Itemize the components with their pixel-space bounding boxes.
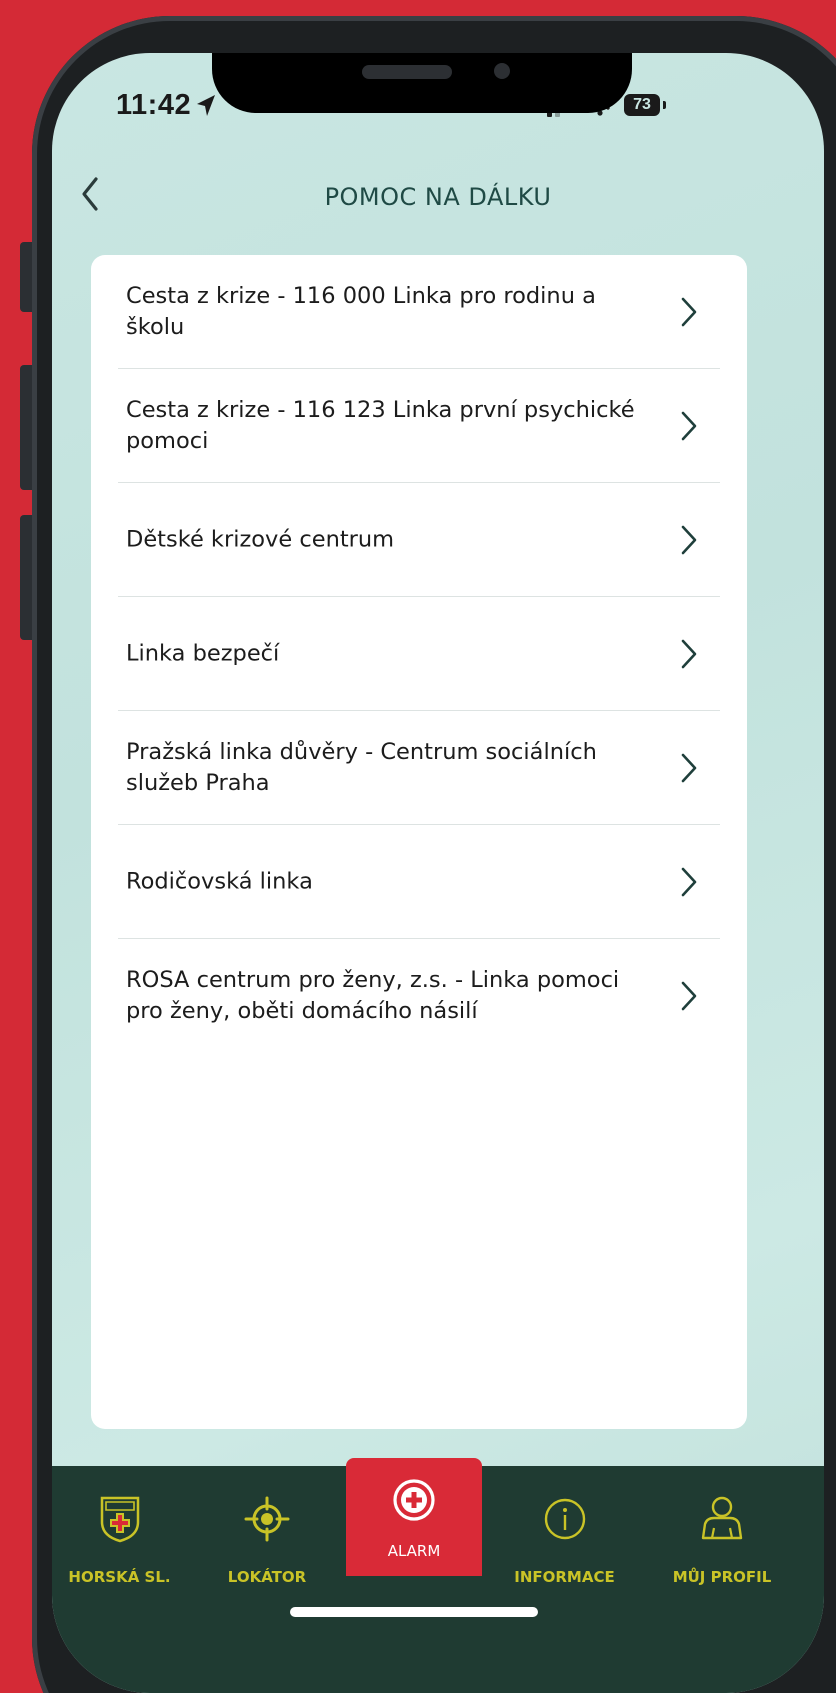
list-item[interactable]: Cesta z krize - 116 000 Linka pro rodinu… [118,255,720,369]
list-item-label: Rodičovská linka [126,868,313,894]
tab-label: INFORMACE [514,1568,615,1586]
front-camera [494,63,510,79]
chevron-right-icon [681,297,697,326]
tab-muj-profil[interactable]: MŮJ PROFIL [642,1466,802,1616]
hotline-list: Cesta z krize - 116 000 Linka pro rodinu… [91,255,747,1052]
list-item[interactable]: Rodičovská linka [118,825,720,939]
location-arrow-icon [197,95,215,116]
home-indicator[interactable] [290,1607,538,1617]
tab-label: HORSKÁ SL. [68,1568,171,1586]
chevron-right-icon [681,981,697,1010]
list-item-label: Linka bezpečí [126,640,280,666]
plus-circle-icon [393,1479,435,1521]
list-item-label: Dětské krizové centrum [126,526,395,552]
stage: 11:42 73 POMOC NA DÁLKU Cesta z krize - … [0,0,836,1693]
list-item-label: Pražská linka důvěry - Centrum sociálníc… [126,738,597,796]
status-time: 11:42 [116,89,192,121]
bottom-tab-bar: HORSKÁ SL. LOKÁTOR ALARM INFORMACE MŮJ P… [52,1458,824,1693]
chevron-right-icon [681,753,697,782]
list-item[interactable]: Dětské krizové centrum [118,483,720,597]
list-item[interactable]: ROSA centrum pro ženy, z.s. - Linka pomo… [118,939,720,1052]
list-item[interactable]: Pražská linka důvěry - Centrum sociálníc… [118,711,720,825]
tab-label: MŮJ PROFIL [672,1568,772,1586]
info-circle-icon [544,1498,585,1540]
crosshair-target-icon [244,1496,290,1542]
navigation-bar: POMOC NA DÁLKU [52,163,824,233]
page-title: POMOC NA DÁLKU [324,183,552,211]
list-item-label: Cesta z krize - 116 000 Linka pro rodinu… [126,282,596,340]
user-profile-icon [701,1496,743,1540]
tab-label: ALARM [387,1542,441,1560]
hotline-list-card: Cesta z krize - 116 000 Linka pro rodinu… [91,255,747,1429]
speaker-grille [362,65,452,79]
chevron-right-icon [681,411,697,440]
chevron-right-icon [681,639,697,668]
list-item-label: ROSA centrum pro ženy, z.s. - Linka pomo… [126,966,620,1024]
notch [212,53,632,113]
tab-informace[interactable]: INFORMACE [487,1466,642,1616]
tab-label: LOKÁTOR [227,1568,307,1586]
list-item[interactable]: Linka bezpečí [118,597,720,711]
battery-tip [663,101,666,109]
chevron-right-icon [681,867,697,896]
phone-screen: 11:42 73 POMOC NA DÁLKU Cesta z krize - … [52,53,824,1693]
tab-horska-sluzba[interactable]: HORSKÁ SL. [52,1466,187,1616]
chevron-right-icon [681,525,697,554]
list-item-label: Cesta z krize - 116 123 Linka první psyc… [126,396,635,454]
tab-alarm[interactable]: ALARM [346,1458,482,1576]
tab-lokator[interactable]: LOKÁTOR [197,1466,337,1616]
battery-icon: 73 [624,94,660,116]
mountain-rescue-badge-icon [100,1496,139,1543]
list-item[interactable]: Cesta z krize - 116 123 Linka první psyc… [118,369,720,483]
